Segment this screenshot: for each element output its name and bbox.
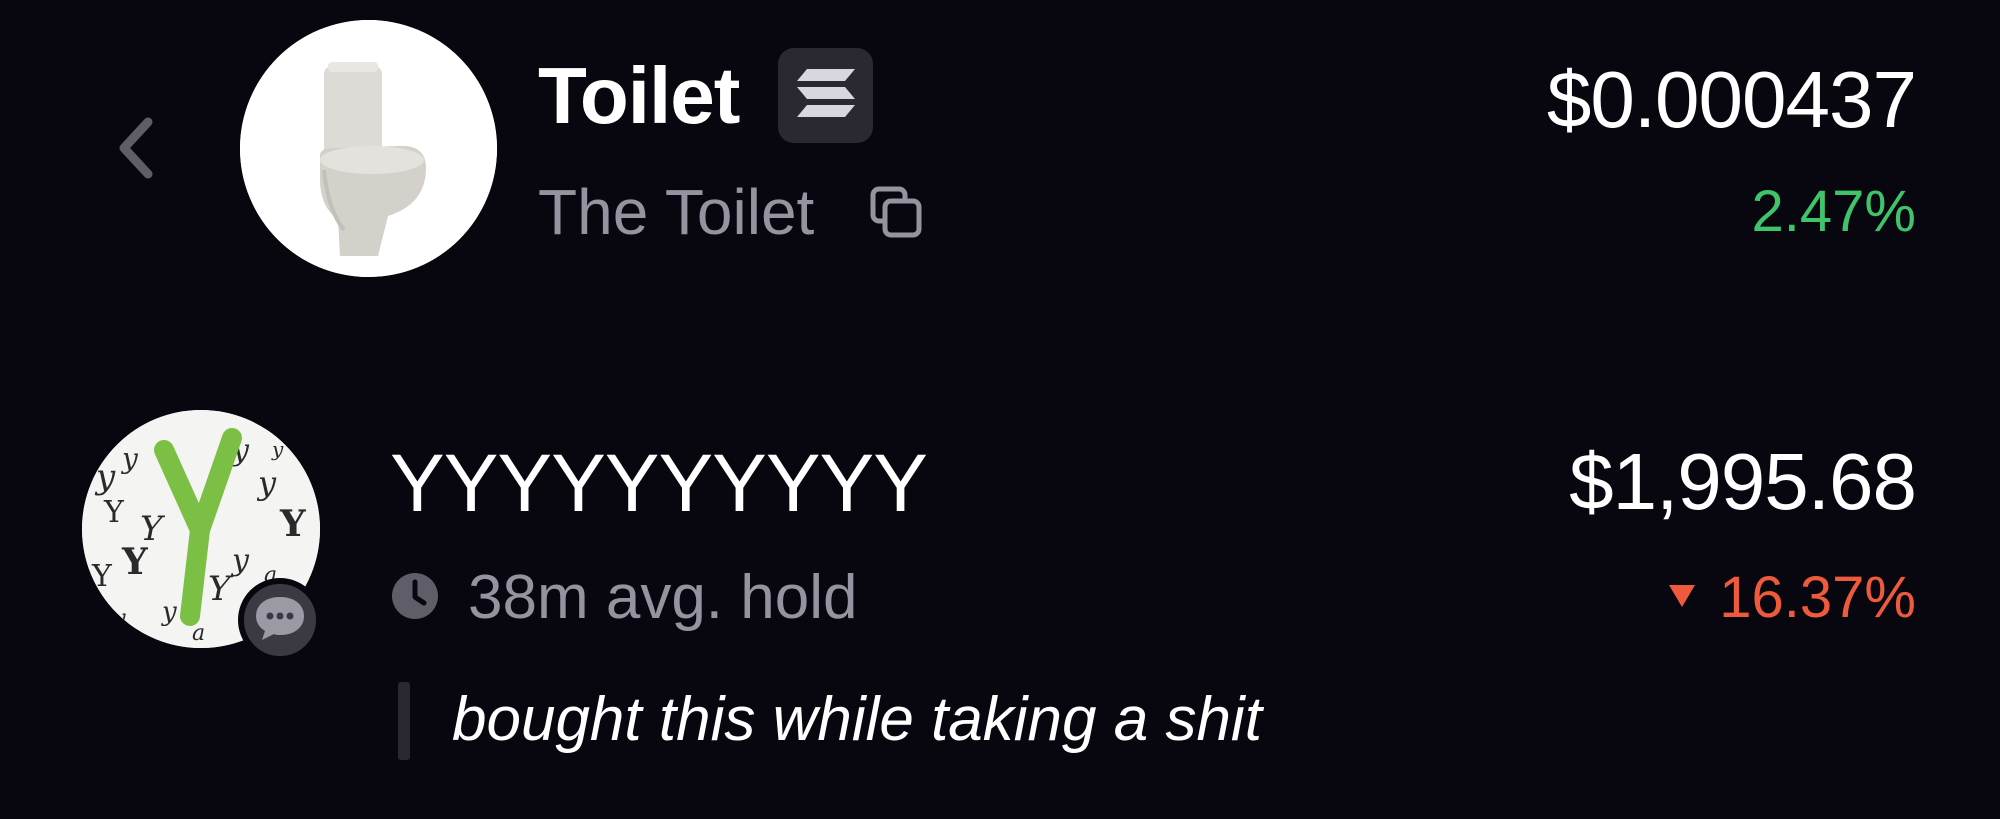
position-value: $1,995.68 (1569, 437, 1917, 526)
copy-address-button[interactable] (866, 184, 926, 244)
chevron-left-icon (116, 116, 156, 185)
position-change: 16.37% (1667, 560, 1916, 636)
trader-comment: bought this while taking a shit (452, 685, 1262, 754)
svg-text:Y: Y (103, 495, 125, 530)
avg-hold-label: 38m avg. hold (468, 563, 858, 632)
svg-text:y: y (161, 597, 177, 627)
chat-button[interactable] (238, 578, 322, 662)
svg-text:y: y (256, 464, 277, 502)
position-change-label: 16.37% (1719, 565, 1916, 630)
svg-text:y: y (271, 437, 284, 461)
toilet-image (240, 20, 497, 277)
token-price: $0.000437 (1546, 55, 1917, 144)
avg-hold: 38m avg. hold (390, 560, 857, 636)
back-button[interactable] (106, 110, 166, 190)
svg-text:Y: Y (91, 559, 113, 594)
svg-text:Y: Y (208, 569, 234, 609)
comment-quote-bar (398, 682, 410, 760)
triangle-down-icon (1667, 583, 1697, 614)
token-price-change: 2.47% (1751, 179, 1916, 244)
clock-icon (390, 571, 440, 626)
svg-text:Y: Y (121, 541, 149, 583)
svg-text:y: y (230, 543, 250, 578)
trader-username[interactable]: YYYYYYYYYY (390, 434, 928, 534)
chat-bubble-icon (252, 593, 308, 648)
svg-text:y: y (120, 442, 139, 475)
svg-text:Y: Y (279, 503, 307, 545)
chain-badge (778, 48, 873, 143)
solana-icon (795, 67, 857, 124)
copy-icon (869, 185, 923, 244)
svg-text:y: y (111, 604, 126, 632)
token-symbol: Toilet (538, 51, 740, 140)
token-name: The Toilet (538, 176, 815, 248)
token-avatar (240, 20, 497, 277)
svg-text:y: y (94, 457, 116, 497)
